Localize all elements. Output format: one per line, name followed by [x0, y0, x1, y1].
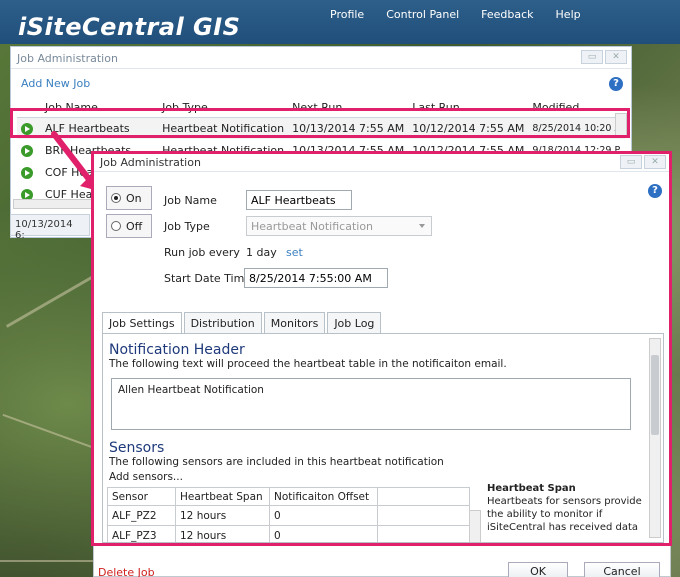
- help-link[interactable]: Help: [556, 8, 581, 21]
- ok-button[interactable]: OK: [508, 562, 568, 577]
- top-header: iSiteCentral GIS Profile Control Panel F…: [0, 0, 680, 44]
- maximize-button[interactable]: ▭: [581, 50, 603, 64]
- help-icon[interactable]: ?: [609, 77, 623, 91]
- delete-job-link[interactable]: Delete Job: [98, 566, 155, 577]
- profile-link[interactable]: Profile: [330, 8, 364, 21]
- date-footer: 10/13/2014 6:: [10, 214, 90, 241]
- window-titlebar: Job Administration ▭ ✕: [11, 47, 631, 69]
- cancel-button[interactable]: Cancel: [584, 562, 660, 577]
- top-nav: Profile Control Panel Feedback Help: [330, 8, 603, 21]
- window-title: Job Administration: [17, 52, 118, 65]
- play-icon[interactable]: [21, 144, 33, 157]
- play-icon-cell: [17, 161, 41, 183]
- play-icon-cell: [17, 139, 41, 161]
- app-logo: iSiteCentral GIS: [18, 13, 241, 41]
- play-icon[interactable]: [21, 166, 33, 179]
- map-road: [0, 560, 95, 562]
- close-button[interactable]: ✕: [605, 50, 627, 64]
- feedback-link[interactable]: Feedback: [481, 8, 533, 21]
- highlight-outline: [91, 151, 672, 546]
- add-new-job-link[interactable]: Add New Job: [11, 69, 631, 94]
- control-panel-link[interactable]: Control Panel: [386, 8, 459, 21]
- horizontal-scrollbar[interactable]: [13, 199, 93, 209]
